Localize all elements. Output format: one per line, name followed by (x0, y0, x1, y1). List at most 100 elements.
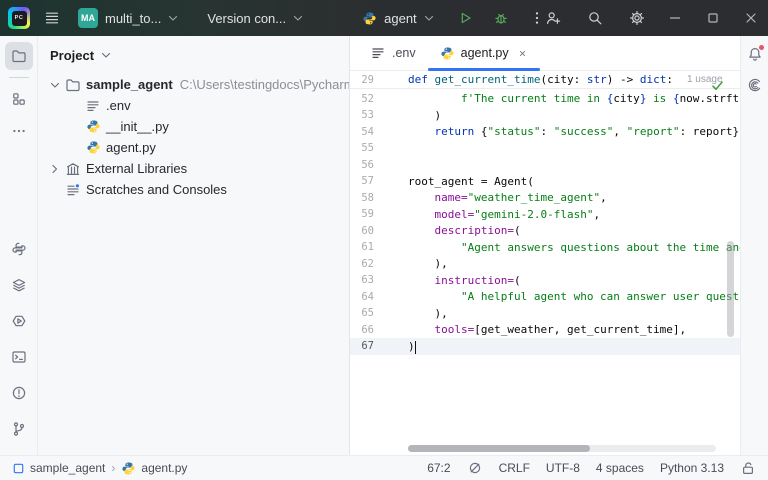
tool-window-button-terminal[interactable] (5, 343, 33, 371)
project-avatar: MA (78, 8, 98, 28)
status-bar: sample_agent › agent.py 67:2 CRLF UTF-8 4 spa… (0, 455, 768, 480)
run-configuration-widget[interactable]: agent (362, 10, 437, 26)
tool-window-button-more-tool-windows[interactable] (5, 117, 33, 145)
breadcrumb-sample-agent[interactable]: sample_agent (12, 461, 105, 475)
tree-item-label: External Libraries (86, 161, 187, 176)
main-menu-icon[interactable] (44, 10, 60, 26)
tab-agent-py[interactable]: agent.py (428, 36, 540, 70)
code-line-text: ), (408, 257, 448, 270)
breadcrumb-agent-py[interactable]: agent.py (121, 461, 187, 476)
code-editor[interactable]: 29 def get_current_time(city: str) -> dic… (350, 71, 740, 455)
text-file-icon (84, 98, 102, 114)
status-highlighting-level[interactable] (467, 460, 483, 476)
code-line-65: 65 ), (350, 305, 740, 322)
status-writable-status[interactable] (740, 460, 756, 476)
tool-window-button-python-console[interactable] (5, 235, 33, 263)
notification-badge (758, 44, 765, 51)
text-caret (415, 341, 417, 354)
button-notifications[interactable] (747, 46, 763, 62)
code-line-54: 54 return {"status": "success", "report"… (350, 124, 740, 141)
right-tool-window-bar (740, 36, 768, 455)
line-number: 54 (350, 126, 374, 138)
button-ai-assistant[interactable] (747, 77, 763, 93)
code-line-text: ), (408, 307, 448, 320)
more-actions-icon[interactable] (529, 10, 545, 26)
code-line-64: 64 "A helpful agent who can answer user … (350, 289, 740, 306)
line-number: 53 (350, 109, 374, 121)
run-icon[interactable] (457, 10, 473, 26)
line-number: 56 (350, 159, 374, 171)
line-number: 62 (350, 258, 374, 270)
unlock-icon (740, 460, 756, 476)
tree-item-sample-agent[interactable]: sample_agentC:\Users\testingdocs\Pycharm… (38, 74, 349, 95)
inspections-ok-icon[interactable] (710, 78, 725, 93)
chevron-down-icon[interactable] (46, 77, 64, 93)
line-number: 55 (350, 142, 374, 154)
status-python-interpreter[interactable]: Python 3.13 (660, 461, 724, 475)
scratches-icon (64, 182, 82, 198)
code-line-55: 55 (350, 140, 740, 157)
code-line-text: return {"status": "success", "report": r… (408, 125, 739, 138)
line-number: 29 (350, 74, 374, 86)
tree-item-label: sample_agent (86, 77, 173, 92)
tool-window-button-structure[interactable] (5, 85, 33, 113)
tree-item-label: __init__.py (106, 119, 169, 134)
breadcrumb-separator: › (111, 461, 115, 475)
vcs-widget[interactable]: Version con... (207, 10, 306, 26)
line-number: 60 (350, 225, 374, 237)
chevron-right-icon[interactable] (46, 161, 64, 177)
tree-item--init-py[interactable]: __init__.py (38, 116, 349, 137)
project-widget[interactable]: MA multi_to... (60, 8, 181, 28)
python-file-icon (84, 119, 102, 134)
tool-window-button-problems[interactable] (5, 379, 33, 407)
folder-icon (64, 77, 82, 93)
tab-close-icon[interactable] (517, 48, 528, 59)
more-h-icon (11, 123, 27, 139)
library-icon (64, 161, 82, 177)
tree-item-external-libraries[interactable]: External Libraries (38, 158, 349, 179)
debug-icon[interactable] (493, 10, 509, 26)
tree-item-label: Scratches and Consoles (86, 182, 227, 197)
status-indent-style[interactable]: 4 spaces (596, 461, 644, 475)
status-line-separator[interactable]: CRLF (499, 461, 530, 475)
sticky-line-code: def get_current_time(city: str) -> dict: (408, 73, 673, 86)
breadcrumbs: sample_agent › agent.py (12, 461, 187, 476)
tool-window-button-project[interactable] (5, 42, 33, 70)
services-icon (11, 277, 27, 293)
code-line-text: description=( (408, 224, 521, 237)
line-number: 52 (350, 93, 374, 105)
search-everywhere-icon[interactable] (587, 10, 603, 26)
close-icon[interactable] (743, 10, 759, 26)
status-caret-position[interactable]: 67:2 (427, 461, 450, 475)
project-panel-title: Project (50, 48, 94, 63)
sticky-header-line: 29 def get_current_time(city: str) -> dic… (350, 71, 740, 89)
chevron-down-icon[interactable] (98, 47, 114, 63)
tree-item-scratches-and-consoles[interactable]: Scratches and Consoles (38, 179, 349, 200)
tool-window-button-version-control[interactable] (5, 415, 33, 443)
restore-icon[interactable] (705, 10, 721, 26)
settings-gear-icon[interactable] (629, 10, 645, 26)
breadcrumb-label: sample_agent (30, 461, 105, 475)
status-file-encoding[interactable]: UTF-8 (546, 461, 580, 475)
minimize-icon[interactable] (667, 10, 683, 26)
editor-area: .envagent.py 29 def get_current_time(city… (350, 36, 740, 455)
tree-item--env[interactable]: .env (38, 95, 349, 116)
breadcrumb-label: agent.py (141, 461, 187, 475)
pycharm-logo-icon: PC (8, 7, 30, 29)
chevron-down-icon (421, 10, 437, 26)
code-line-67: 67) (350, 338, 740, 355)
code-line-66: 66 tools=[get_weather, get_current_time]… (350, 322, 740, 339)
code-with-me-icon[interactable] (545, 10, 561, 26)
tree-item-agent-py[interactable]: agent.py (38, 137, 349, 158)
tab--env[interactable]: .env (358, 36, 428, 70)
tool-window-button-services[interactable] (5, 271, 33, 299)
tool-window-button-run-anything[interactable] (5, 307, 33, 335)
vcs-label: Version con... (207, 11, 286, 26)
code-line-59: 59 model="gemini-2.0-flash", (350, 206, 740, 223)
code-line-62: 62 ), (350, 256, 740, 273)
vertical-scrollbar[interactable] (727, 241, 734, 337)
line-number: 66 (350, 324, 374, 336)
horizontal-scrollbar[interactable] (408, 445, 716, 452)
toolbar-divider (9, 77, 29, 78)
project-tool-window: Project sample_agentC:\Users\testingdocs… (38, 36, 350, 455)
